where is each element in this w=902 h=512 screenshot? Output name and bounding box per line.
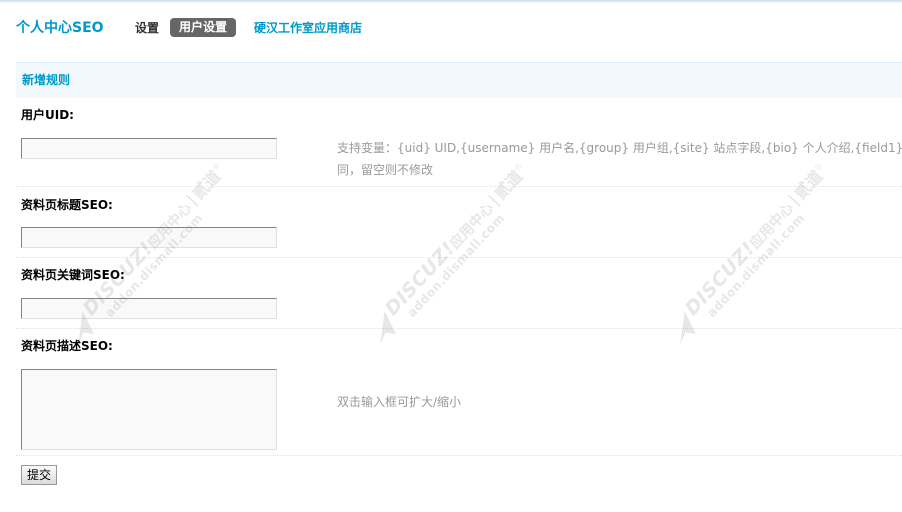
tab-app-store-link[interactable]: 硬汉工作室应用商店 [254,19,362,38]
watermark-brand-line: DISCUZ!应用中心贰道® [677,156,830,320]
paper-plane-logo-icon [680,311,697,346]
row-divider [16,257,902,258]
watermark-separator [788,195,801,207]
uid-input[interactable] [21,138,277,159]
tab-user-settings[interactable]: 用户设置 [170,18,236,37]
watermark-brand-line: DISCUZ!应用中心贰道® [377,156,530,320]
profile-title-seo-label: 资料页标题SEO: [21,198,113,212]
submit-button[interactable]: 提交 [21,465,57,485]
watermark-brand: DISCUZ! [680,237,760,320]
watermark-mark: 贰道 [188,166,225,204]
tab-settings[interactable]: 设置 [135,19,159,38]
watermark-brand-cn: 应用中心 [447,200,498,253]
profile-keywords-seo-label: 资料页关键词SEO: [21,268,125,282]
profile-keywords-seo-input[interactable] [21,298,277,319]
uid-help-text: 支持变量：{uid} UID,{username} 用户名,{group} 用户… [337,141,902,155]
paper-plane-logo-icon [380,311,397,346]
section-title: 新增规则 [22,73,71,87]
row-divider [16,328,902,329]
page: 个人中心SEO 设置 用户设置 硬汉工作室应用商店 新增规则 用户UID: 支持… [0,0,902,512]
section-header: 新增规则 [16,62,902,98]
watermark-brand: DISCUZ! [380,237,460,320]
watermark-url: addon.dismall.com [704,210,808,320]
watermark-url: addon.dismall.com [404,210,508,320]
watermark-separator [488,195,501,207]
row-divider [16,186,902,187]
row-divider [16,455,902,456]
profile-description-seo-textarea[interactable] [21,369,277,450]
profile-description-seo-label: 资料页描述SEO: [21,339,113,353]
uid-help-text-continued: 同，留空则不修改 [337,163,434,177]
top-border [0,0,902,3]
watermark-registered: ® [210,160,223,173]
watermark-separator [186,195,199,207]
watermark-brand-cn: 应用中心 [747,200,798,253]
uid-label: 用户UID: [21,108,74,122]
page-title: 个人中心SEO [16,20,104,36]
profile-title-seo-input[interactable] [21,227,277,248]
description-help-text: 双击输入框可扩大/缩小 [337,395,462,409]
